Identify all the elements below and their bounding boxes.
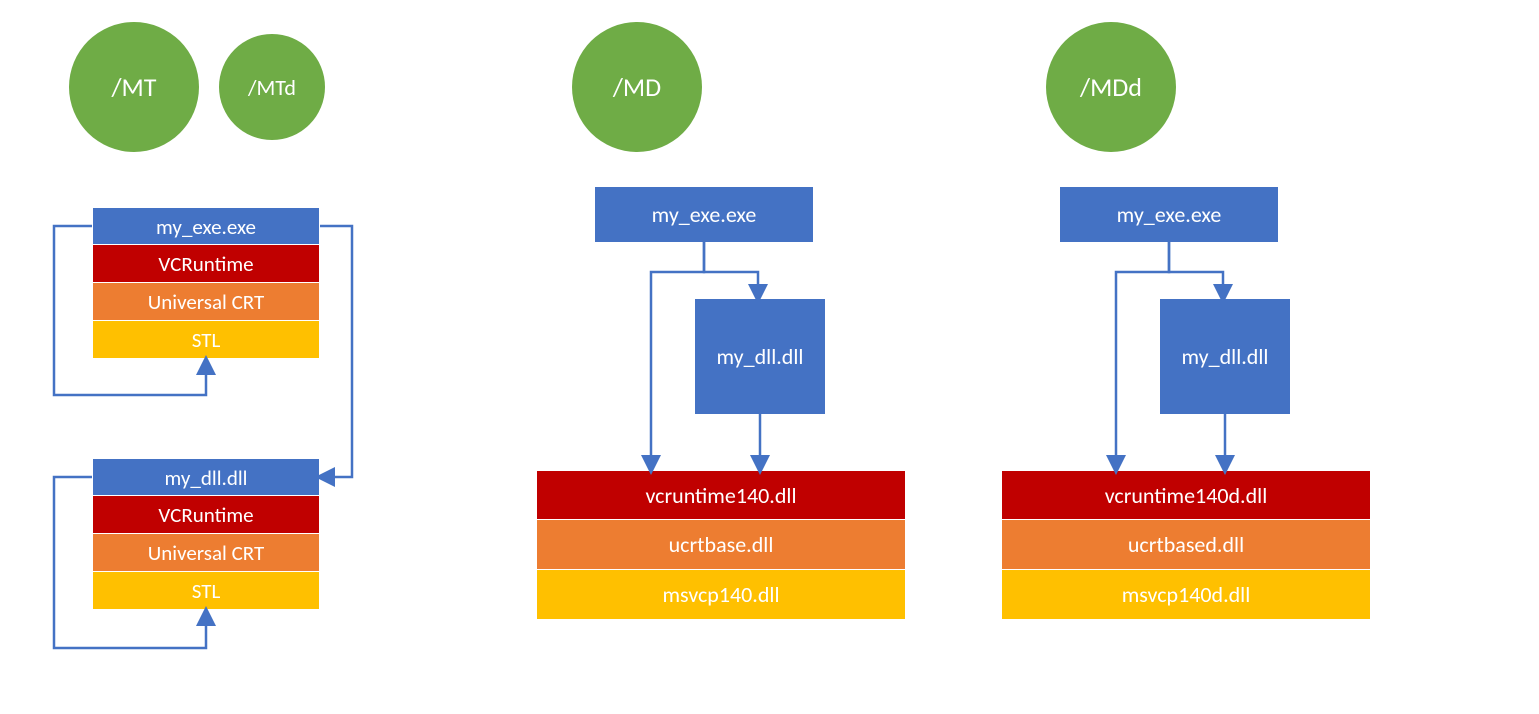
center-msvcp: msvcp140.dll [536, 570, 906, 620]
arrow-right-exe-to-dll [1169, 242, 1223, 299]
left-dll-stl: STL [92, 572, 320, 610]
left-dll-row: my_dll.dll [92, 458, 320, 496]
right-dll-text: my_dll.dll [1182, 343, 1269, 370]
arrow-left-exe-to-dll [320, 226, 352, 477]
label-circle-mtd: /MTd [219, 34, 325, 140]
center-vcruntime: vcruntime140.dll [536, 470, 906, 520]
label-mt-text: /MT [112, 71, 157, 103]
right-exe: my_exe.exe [1060, 187, 1278, 242]
label-mdd-text: /MDd [1080, 71, 1142, 103]
left-dll-vcruntime: VCRuntime [92, 496, 320, 534]
center-dll: my_dll.dll [695, 299, 825, 414]
label-mtd-text: /MTd [248, 74, 296, 101]
center-stack: vcruntime140.dll ucrtbase.dll msvcp140.d… [536, 470, 906, 620]
left-exe-ucrt: Universal CRT [92, 283, 320, 321]
right-dll: my_dll.dll [1160, 299, 1290, 414]
left-dll-stack: my_dll.dll VCRuntime Universal CRT STL [92, 458, 320, 610]
label-circle-mdd: /MDd [1046, 22, 1176, 152]
left-exe-vcruntime: VCRuntime [92, 245, 320, 283]
left-exe-row: my_exe.exe [92, 207, 320, 245]
right-vcruntime: vcruntime140d.dll [1001, 470, 1371, 520]
left-exe-stack: my_exe.exe VCRuntime Universal CRT STL [92, 207, 320, 359]
label-circle-mt: /MT [69, 22, 199, 152]
left-dll-ucrt: Universal CRT [92, 534, 320, 572]
label-md-text: /MD [613, 71, 661, 103]
arrow-center-exe-to-dll [704, 242, 758, 299]
center-ucrtbase: ucrtbase.dll [536, 520, 906, 570]
right-msvcp: msvcp140d.dll [1001, 570, 1371, 620]
center-exe-text: my_exe.exe [652, 201, 757, 228]
diagram-canvas: /MT /MTd /MD /MDd my_exe.exe VCRuntime U… [0, 0, 1539, 714]
right-stack: vcruntime140d.dll ucrtbased.dll msvcp140… [1001, 470, 1371, 620]
right-exe-text: my_exe.exe [1117, 201, 1222, 228]
left-exe-stl: STL [92, 321, 320, 359]
center-dll-text: my_dll.dll [717, 343, 804, 370]
center-exe: my_exe.exe [595, 187, 813, 242]
label-circle-md: /MD [572, 22, 702, 152]
right-ucrtbase: ucrtbased.dll [1001, 520, 1371, 570]
